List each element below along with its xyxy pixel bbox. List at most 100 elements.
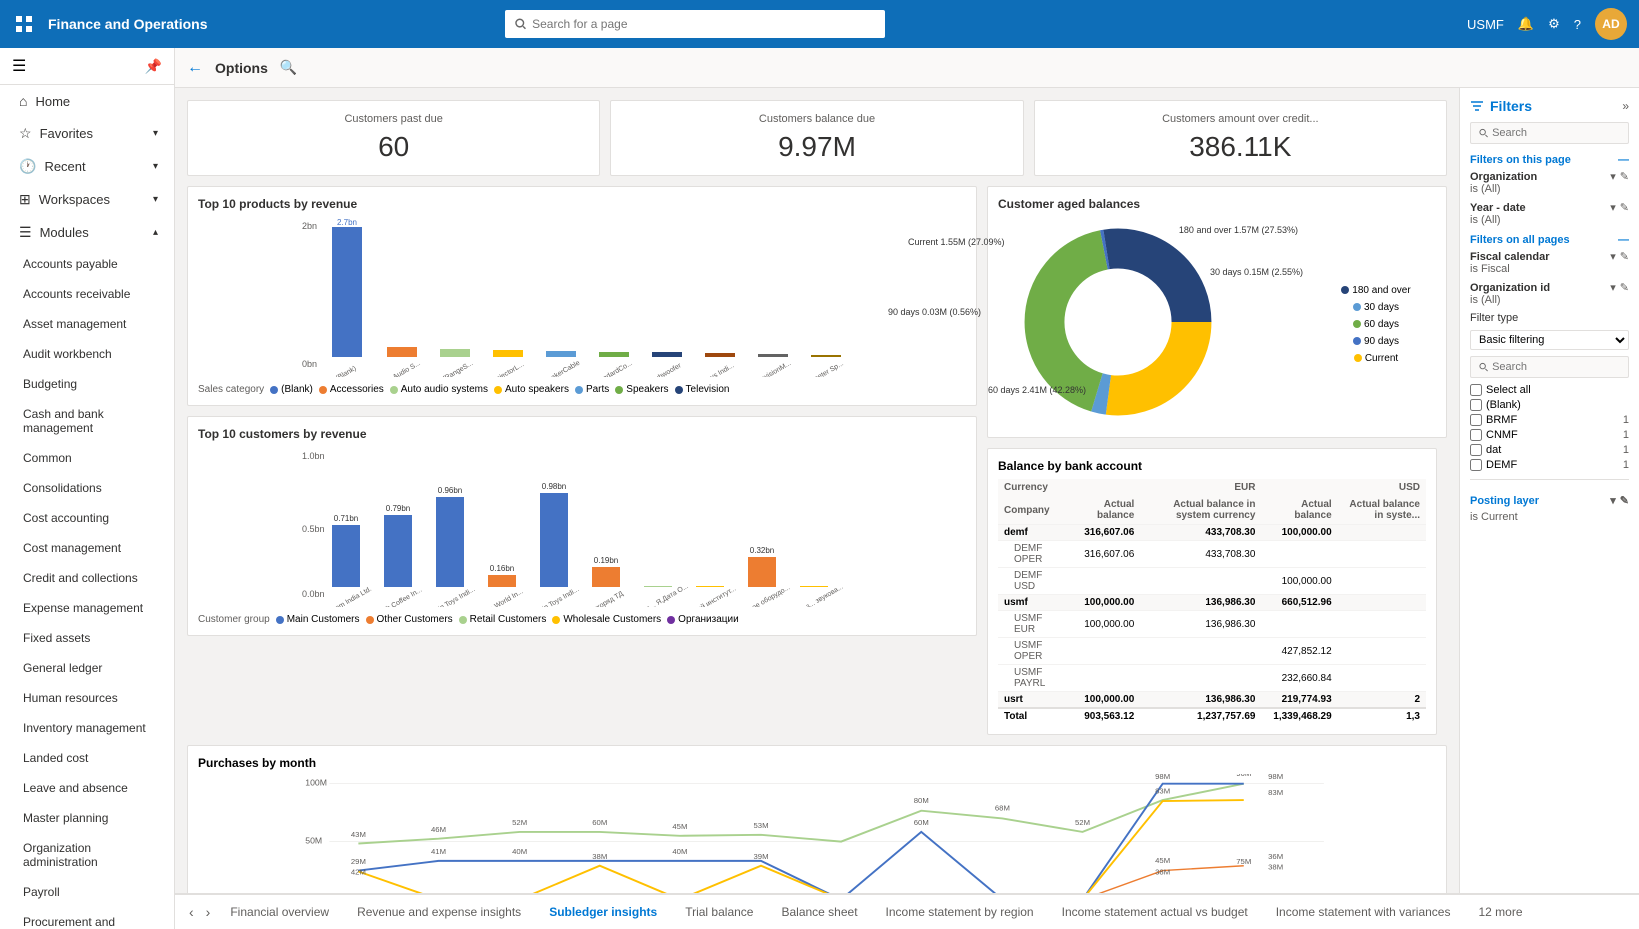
orgid-dropdown-icon[interactable]: ▾ (1610, 281, 1616, 294)
aged-label-180: 180 and over 1.57M (27.53%) (1179, 225, 1298, 235)
filter-search-secondary[interactable] (1470, 356, 1629, 378)
tab-balance-sheet[interactable]: Balance sheet (767, 895, 871, 929)
chevron-down-icon-workspaces: ▾ (153, 194, 158, 205)
sidebar-item-modules[interactable]: ☰ Modules ▴ (0, 216, 174, 249)
global-search[interactable] (505, 10, 885, 38)
sub-col-usd-actual: Actual balance (1261, 496, 1337, 525)
filter-search-secondary-input[interactable] (1492, 361, 1620, 373)
back-button[interactable]: ← (187, 59, 203, 77)
legend-org: Организации (667, 614, 738, 625)
year-dropdown-icon[interactable]: ▾ (1610, 201, 1616, 214)
sidebar-module-accounts-payable[interactable]: Accounts payable (0, 249, 174, 279)
filter-search-input[interactable] (1492, 127, 1620, 139)
sidebar-module-human-resources[interactable]: Human resources (0, 683, 174, 713)
legend-current: Current (1354, 353, 1398, 364)
sidebar-module-cost-accounting[interactable]: Cost accounting (0, 503, 174, 533)
sidebar-module-asset-management[interactable]: Asset management (0, 309, 174, 339)
filter-search-box[interactable] (1470, 122, 1629, 144)
tab-revenue-expense[interactable]: Revenue and expense insights (343, 895, 535, 929)
sidebar-item-workspaces[interactable]: ⊞ Workspaces ▾ (0, 183, 174, 216)
checkbox-blank[interactable]: (Blank) (1470, 399, 1629, 411)
posting-dropdown-icon[interactable]: ▾ (1610, 494, 1616, 507)
sidebar-module-fixed-assets[interactable]: Fixed assets (0, 623, 174, 653)
svg-text:43M: 43M (351, 830, 366, 839)
bell-icon[interactable]: 🔔 (1518, 16, 1534, 32)
checkbox-demf-count: 1 (1623, 459, 1629, 471)
checkbox-dat-input[interactable] (1470, 444, 1482, 456)
sidebar-item-home[interactable]: ⌂ Home (0, 85, 174, 117)
top-right-icons: USMF 🔔 ⚙ ? AD (1467, 8, 1627, 40)
sidebar-module-organization-administration[interactable]: Organization administration (0, 833, 174, 877)
app-grid-icon[interactable] (12, 12, 36, 36)
tab-income-region[interactable]: Income statement by region (872, 895, 1048, 929)
tab-financial-overview[interactable]: Financial overview (216, 895, 343, 929)
sidebar-item-recent[interactable]: 🕐 Recent ▾ (0, 150, 174, 183)
sidebar-module-expense-management[interactable]: Expense management (0, 593, 174, 623)
sidebar-module-consolidations[interactable]: Consolidations (0, 473, 174, 503)
sidebar-module-audit-workbench[interactable]: Audit workbench (0, 339, 174, 369)
checkbox-cnmf[interactable]: CNMF 1 (1470, 429, 1629, 441)
search-input[interactable] (532, 17, 875, 31)
checkbox-brmf-label: BRMF (1486, 414, 1517, 426)
checkbox-select-all[interactable]: Select all (1470, 384, 1629, 396)
checkbox-dat[interactable]: dat 1 (1470, 444, 1629, 456)
year-edit-icon[interactable]: ✎ (1620, 201, 1629, 214)
svg-text:ProjectorL...: ProjectorL... (489, 361, 525, 377)
svg-text:Северо-з... звукова...: Северо-з... звукова... (782, 584, 845, 607)
hamburger-icon[interactable]: ☰ (12, 56, 26, 76)
tab-trial-balance[interactable]: Trial balance (671, 895, 767, 929)
toolbar-search-icon[interactable]: 🔍 (280, 59, 297, 76)
avatar[interactable]: AD (1595, 8, 1627, 40)
checkbox-demf[interactable]: DEMF 1 (1470, 459, 1629, 471)
fiscal-edit-icon[interactable]: ✎ (1620, 250, 1629, 263)
checkbox-demf-input[interactable] (1470, 459, 1482, 471)
sidebar-module-landed-cost[interactable]: Landed cost (0, 743, 174, 773)
tab-income-variances[interactable]: Income statement with variances (1262, 895, 1465, 929)
org-edit-icon[interactable]: ✎ (1620, 170, 1629, 183)
tab-next-button[interactable]: › (200, 904, 217, 920)
svg-text:75M: 75M (1236, 857, 1251, 866)
sidebar-module-credit-and-collections[interactable]: Credit and collections (0, 563, 174, 593)
sidebar-module-budgeting[interactable]: Budgeting (0, 369, 174, 399)
sidebar-module-master-planning[interactable]: Master planning (0, 803, 174, 833)
donut-wrapper: 180 and over 1.57M (27.53%) 30 days 0.15… (998, 217, 1238, 427)
svg-text:36M: 36M (1268, 852, 1283, 861)
tab-income-actual-budget[interactable]: Income statement actual vs budget (1048, 895, 1262, 929)
checkbox-select-all-input[interactable] (1470, 384, 1482, 396)
filter-type-select[interactable]: Basic filtering Advanced filtering (1470, 330, 1629, 350)
tab-prev-button[interactable]: ‹ (183, 904, 200, 920)
all-pages-collapse-icon[interactable]: — (1618, 234, 1629, 246)
checkbox-blank-input[interactable] (1470, 399, 1482, 411)
svg-text:Fourth Coffee In...: Fourth Coffee In... (371, 587, 423, 607)
tab-subledger[interactable]: Subledger insights (535, 895, 671, 929)
sidebar-module-accounts-receivable[interactable]: Accounts receivable (0, 279, 174, 309)
orgid-edit-icon[interactable]: ✎ (1620, 281, 1629, 294)
sidebar-module-common[interactable]: Common (0, 443, 174, 473)
checkbox-brmf-input[interactable] (1470, 414, 1482, 426)
legend-60days: 60 days (1353, 319, 1399, 330)
collapse-icon[interactable]: — (1618, 154, 1629, 166)
org-dropdown-icon[interactable]: ▾ (1610, 170, 1616, 183)
checkbox-brmf[interactable]: BRMF 1 (1470, 414, 1629, 426)
sidebar-module-payroll[interactable]: Payroll (0, 877, 174, 907)
help-icon[interactable]: ? (1574, 17, 1581, 32)
svg-text:0.98bn: 0.98bn (542, 482, 566, 491)
org-label: Organization (1470, 171, 1537, 183)
gear-icon[interactable]: ⚙ (1548, 16, 1560, 32)
sidebar-item-favorites[interactable]: ☆ Favorites ▾ (0, 117, 174, 150)
pin-icon[interactable]: 📌 (145, 58, 162, 75)
purchases-line-svg: 100M 50M 0M (198, 774, 1436, 893)
fiscal-dropdown-icon[interactable]: ▾ (1610, 250, 1616, 263)
sidebar-module-inventory-management[interactable]: Inventory management (0, 713, 174, 743)
sidebar-module-general-ledger[interactable]: General ledger (0, 653, 174, 683)
sidebar-module-procurement-and-sourcing[interactable]: Procurement and sourcing (0, 907, 174, 929)
svg-text:80M: 80M (914, 796, 929, 805)
sidebar-module-leave-and-absence[interactable]: Leave and absence (0, 773, 174, 803)
sidebar-module-cash-and-bank-management[interactable]: Cash and bank management (0, 399, 174, 443)
filters-expand-icon[interactable]: » (1622, 99, 1629, 113)
checkbox-cnmf-input[interactable] (1470, 429, 1482, 441)
sidebar-module-cost-management[interactable]: Cost management (0, 533, 174, 563)
svg-text:50M: 50M (305, 836, 322, 846)
posting-edit-icon[interactable]: ✎ (1620, 494, 1629, 507)
tab-more[interactable]: 12 more (1464, 895, 1536, 929)
